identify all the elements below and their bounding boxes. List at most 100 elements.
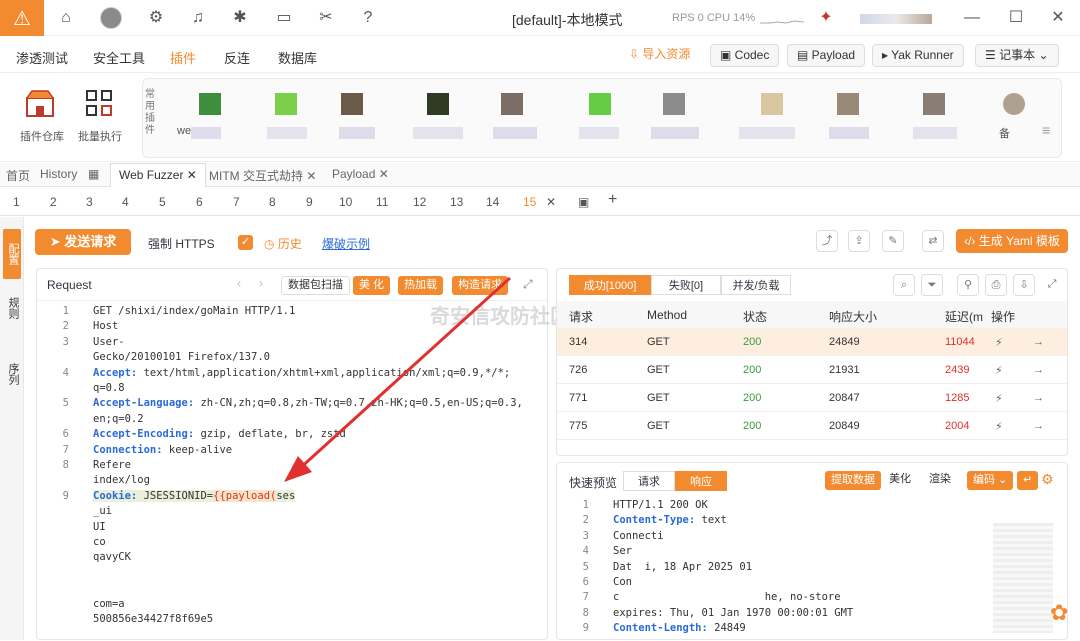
- plugin-store-icon[interactable]: [24, 88, 56, 120]
- minimize-icon[interactable]: —: [962, 8, 982, 28]
- close-icon[interactable]: ✕: [546, 195, 556, 209]
- mascot-icon[interactable]: ✿: [1050, 600, 1068, 626]
- gear-icon[interactable]: ⚙: [146, 8, 166, 28]
- print-icon[interactable]: ⎙: [985, 274, 1007, 296]
- share-icon[interactable]: ⤴: [816, 230, 838, 252]
- menu-security-tools[interactable]: 安全工具: [93, 48, 145, 67]
- tab-web-fuzzer[interactable]: Web Fuzzer ✕: [110, 163, 206, 187]
- minimap[interactable]: [993, 523, 1053, 633]
- tools-icon[interactable]: ✂: [316, 8, 336, 28]
- brute-example-link[interactable]: 爆破示例: [322, 235, 370, 252]
- tab-success[interactable]: 成功[1000]: [569, 275, 651, 295]
- preview-editor[interactable]: 1 HTTP/1.1 200 OK 2 Content-Type: text 3 Conn…: [557, 495, 1067, 639]
- send-request-button[interactable]: ➤ 发送请求: [35, 229, 131, 255]
- table-row[interactable]: 775 GET 200 20849 2004 ⚡ →: [557, 413, 1067, 440]
- subtab[interactable]: 8: [269, 195, 276, 209]
- subtab[interactable]: 2: [50, 195, 57, 209]
- encode-button[interactable]: 编码 ⌄: [967, 471, 1014, 490]
- plugin-icon[interactable]: [837, 93, 859, 115]
- edit-icon[interactable]: ✎: [882, 230, 904, 252]
- arrow-right-icon[interactable]: →: [1033, 364, 1044, 376]
- subtab[interactable]: 13: [450, 195, 463, 209]
- plugin-icon[interactable]: [663, 93, 685, 115]
- plugin-icon[interactable]: [501, 93, 523, 115]
- help-icon[interactable]: ?: [358, 8, 378, 28]
- add-tab-icon[interactable]: +: [608, 191, 617, 209]
- codec-button[interactable]: ▣ Codec: [710, 44, 780, 67]
- bolt-icon[interactable]: ⚡: [995, 364, 1003, 377]
- plugin-icon[interactable]: [199, 93, 221, 115]
- batch-exec-icon[interactable]: [84, 88, 116, 120]
- preview-tab-request[interactable]: 请求: [623, 471, 675, 491]
- force-https-checkbox[interactable]: ✓: [238, 235, 253, 250]
- expand-icon[interactable]: ⤢: [523, 277, 533, 292]
- tab-home[interactable]: 首页: [6, 167, 30, 184]
- extract-data-button[interactable]: 提取数据: [825, 471, 881, 490]
- close-icon[interactable]: ✕: [1048, 8, 1068, 28]
- render-button[interactable]: 渲染: [923, 471, 957, 490]
- subtab-active[interactable]: 15: [523, 195, 536, 209]
- arrow-right-icon[interactable]: →: [1033, 336, 1044, 348]
- preview-tab-response[interactable]: 响应: [675, 471, 727, 491]
- bolt-icon[interactable]: ⚡: [995, 420, 1003, 433]
- close-icon[interactable]: ✕: [303, 169, 316, 183]
- subtab[interactable]: 12: [413, 195, 426, 209]
- col-request[interactable]: 请求: [569, 308, 593, 325]
- home-icon[interactable]: ⌂: [56, 8, 76, 28]
- plugin-icon[interactable]: [589, 93, 611, 115]
- expand-icon[interactable]: ⤢: [1041, 274, 1063, 296]
- menu-plugins[interactable]: 插件: [170, 48, 196, 67]
- export-icon[interactable]: ⇪: [848, 230, 870, 252]
- sidebar-tag-rules[interactable]: 规则: [3, 293, 21, 323]
- bell-icon[interactable]: ♫: [188, 8, 208, 28]
- save-icon[interactable]: ▣: [578, 195, 589, 209]
- tab-payload[interactable]: Payload ✕: [332, 167, 389, 181]
- engine-icon[interactable]: ✦: [816, 8, 836, 28]
- plugin-icon[interactable]: [761, 93, 783, 115]
- arrow-right-icon[interactable]: →: [1033, 420, 1044, 432]
- tab-concurrent[interactable]: 并发/负载: [721, 275, 791, 295]
- bolt-icon[interactable]: ⚡: [995, 336, 1003, 349]
- plugin-icon[interactable]: [923, 93, 945, 115]
- link-icon[interactable]: ⚲: [957, 274, 979, 296]
- subtab[interactable]: 3: [86, 195, 93, 209]
- subtab[interactable]: 4: [122, 195, 129, 209]
- subtab[interactable]: 9: [306, 195, 313, 209]
- subtab[interactable]: 6: [196, 195, 203, 209]
- plugin-icon[interactable]: [1003, 93, 1025, 115]
- payload-button[interactable]: ▤ Payload: [787, 44, 866, 67]
- menu-pentest[interactable]: 渗透测试: [16, 48, 68, 67]
- next-icon[interactable]: ›: [259, 276, 263, 290]
- import-resource-button[interactable]: ⇩ 导入资源: [620, 44, 700, 67]
- search-icon[interactable]: ⌕: [893, 274, 915, 296]
- swap-icon[interactable]: ⇄: [922, 230, 944, 252]
- bug-icon[interactable]: ✱: [230, 8, 250, 28]
- generate-yaml-button[interactable]: ‹/› 生成 Yaml 模板: [956, 229, 1068, 253]
- avatar[interactable]: [100, 7, 122, 29]
- yak-logo-icon[interactable]: ⚠: [0, 0, 44, 36]
- menu-reverse[interactable]: 反连: [224, 48, 250, 67]
- plugin-icon[interactable]: [341, 93, 363, 115]
- table-row[interactable]: 726 GET 200 21931 2439 ⚡ →: [557, 357, 1067, 384]
- tab-history[interactable]: History: [40, 167, 77, 181]
- maximize-icon[interactable]: ☐: [1006, 8, 1026, 28]
- close-icon[interactable]: ✕: [183, 168, 197, 182]
- menu-database[interactable]: 数据库: [278, 48, 317, 67]
- prev-icon[interactable]: ‹: [237, 276, 241, 290]
- sort-icon[interactable]: ≡: [1042, 122, 1050, 138]
- tab-mitm[interactable]: MITM 交互式劫持 ✕: [209, 167, 316, 184]
- preview-beautify-button[interactable]: 美化: [883, 471, 917, 490]
- subtab[interactable]: 1: [13, 195, 20, 209]
- plugin-icon[interactable]: [427, 93, 449, 115]
- col-size[interactable]: 响应大小: [829, 308, 877, 325]
- yak-runner-button[interactable]: ▸ Yak Runner: [872, 44, 964, 67]
- subtab[interactable]: 11: [376, 195, 388, 209]
- subtab[interactable]: 10: [339, 195, 352, 209]
- col-status[interactable]: 状态: [743, 308, 767, 325]
- gear-icon[interactable]: ⚙: [1041, 471, 1054, 488]
- tab-fail[interactable]: 失败[0]: [651, 275, 721, 295]
- terminal-icon[interactable]: ▭: [274, 8, 294, 28]
- table-row[interactable]: 314 GET 200 24849 11044 ⚡ →: [557, 329, 1067, 356]
- sidebar-tag-config[interactable]: 配置: [3, 229, 21, 279]
- filter-icon[interactable]: ⏷: [921, 274, 943, 296]
